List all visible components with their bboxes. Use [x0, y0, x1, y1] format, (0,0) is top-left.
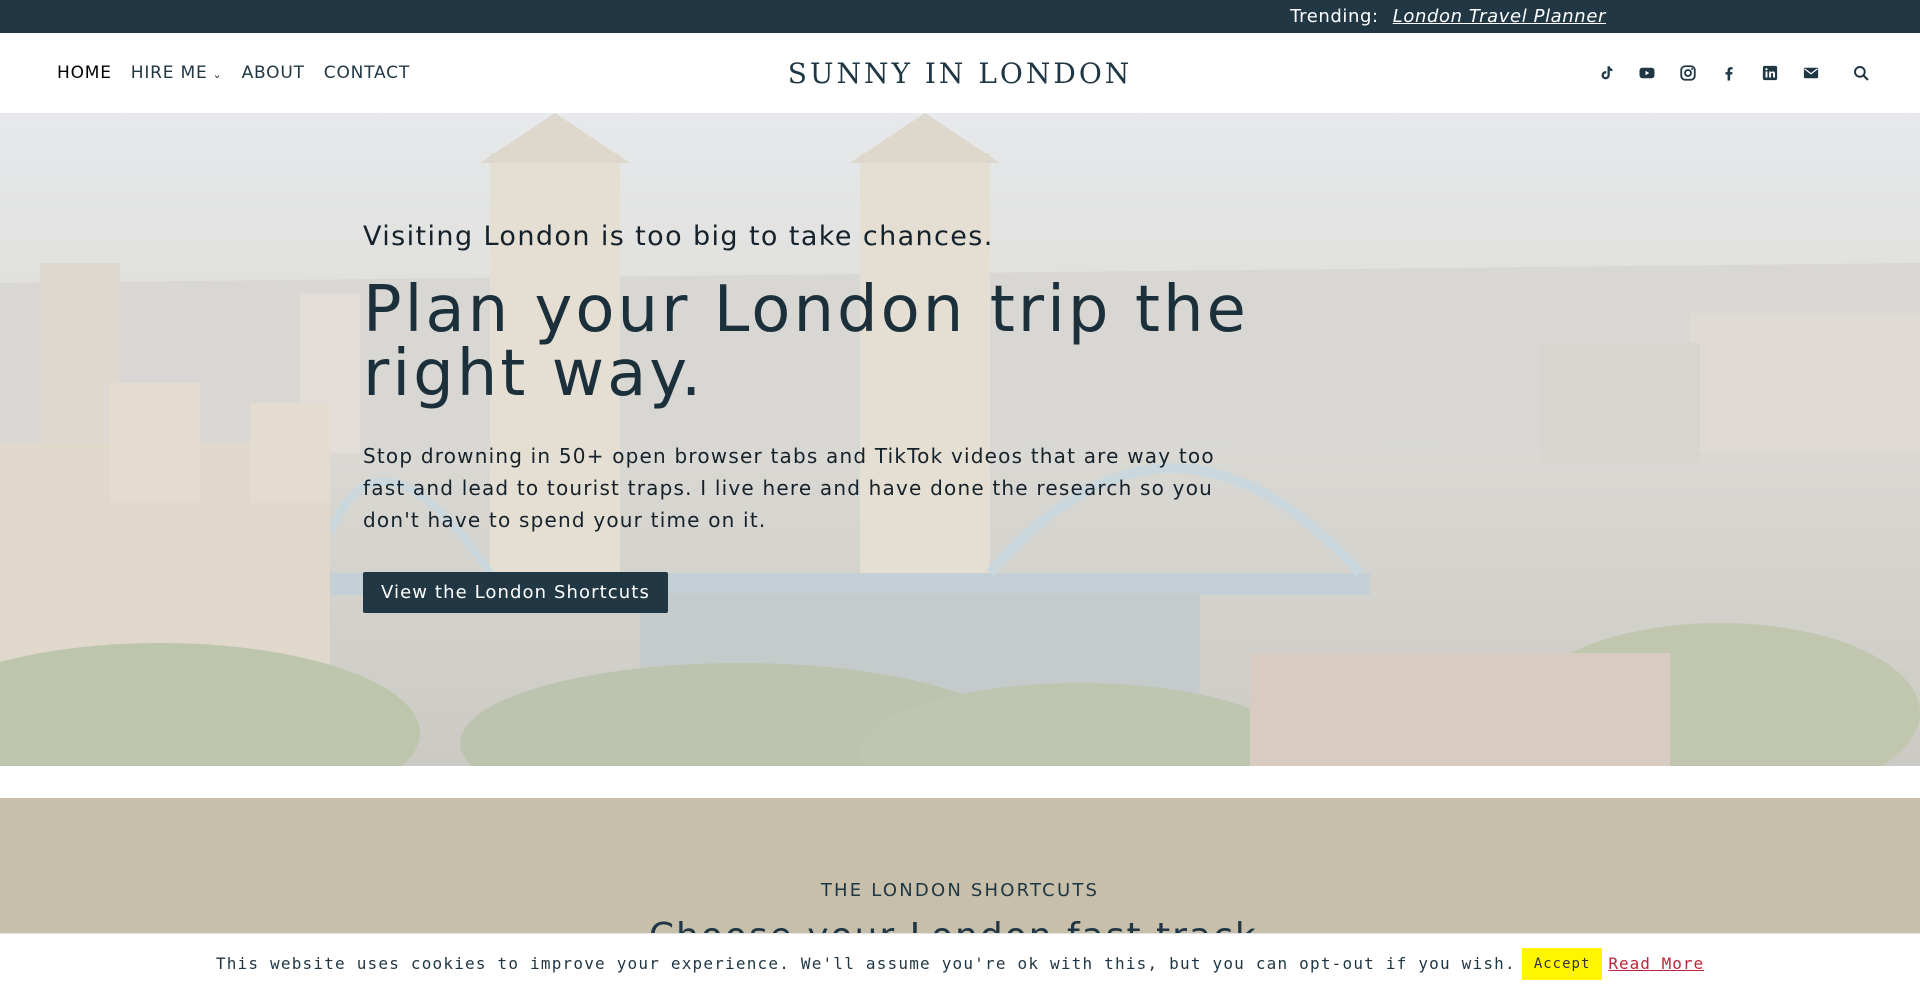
- nav-hire-me[interactable]: HIRE ME ⌄: [131, 63, 223, 83]
- cookie-banner: This website uses cookies to improve you…: [0, 933, 1920, 993]
- site-logo[interactable]: SUNNY IN LONDON: [788, 57, 1133, 90]
- facebook-icon[interactable]: [1720, 64, 1738, 82]
- nav-contact-label: CONTACT: [323, 63, 410, 83]
- site-header: HOME HIRE ME ⌄ ABOUT CONTACT SUNNY IN LON…: [0, 33, 1920, 113]
- youtube-icon[interactable]: [1638, 64, 1656, 82]
- search-icon[interactable]: [1852, 64, 1870, 82]
- linkedin-icon[interactable]: [1761, 64, 1779, 82]
- hero-section: Visiting London is too big to take chanc…: [0, 113, 1920, 766]
- nav-home-label: HOME: [57, 63, 112, 83]
- view-shortcuts-button[interactable]: View the London Shortcuts: [363, 572, 668, 613]
- nav-hire-me-label: HIRE ME: [130, 63, 208, 83]
- hero-kicker: Visiting London is too big to take chanc…: [363, 221, 994, 252]
- trending-wrap: Trending: London Travel Planner: [1290, 0, 1606, 33]
- nav-about[interactable]: ABOUT: [242, 63, 305, 83]
- social-links: [1597, 33, 1870, 113]
- cookie-read-more-link[interactable]: Read More: [1608, 954, 1704, 973]
- tiktok-icon[interactable]: [1597, 64, 1615, 82]
- instagram-icon[interactable]: [1679, 64, 1697, 82]
- chevron-down-icon: ⌄: [212, 67, 223, 81]
- nav-home[interactable]: HOME: [57, 63, 112, 83]
- hero-title: Plan your London trip the right way.: [363, 273, 1249, 411]
- cookie-accept-button[interactable]: Accept: [1521, 947, 1603, 980]
- trending-bar: Trending: London Travel Planner: [0, 0, 1920, 33]
- nav-about-label: ABOUT: [241, 63, 305, 83]
- hero-content: Visiting London is too big to take chanc…: [363, 221, 1263, 613]
- main-nav: HOME HIRE ME ⌄ ABOUT CONTACT: [57, 33, 410, 113]
- hero-description: Stop drowning in 50+ open browser tabs a…: [363, 444, 1215, 532]
- email-icon[interactable]: [1802, 64, 1820, 82]
- cookie-message: This website uses cookies to improve you…: [215, 954, 1516, 973]
- trending-link[interactable]: London Travel Planner: [1393, 6, 1606, 27]
- nav-contact[interactable]: CONTACT: [324, 63, 410, 83]
- shortcuts-eyebrow: THE LONDON SHORTCUTS: [820, 880, 1100, 901]
- trending-label: Trending:: [1290, 6, 1379, 27]
